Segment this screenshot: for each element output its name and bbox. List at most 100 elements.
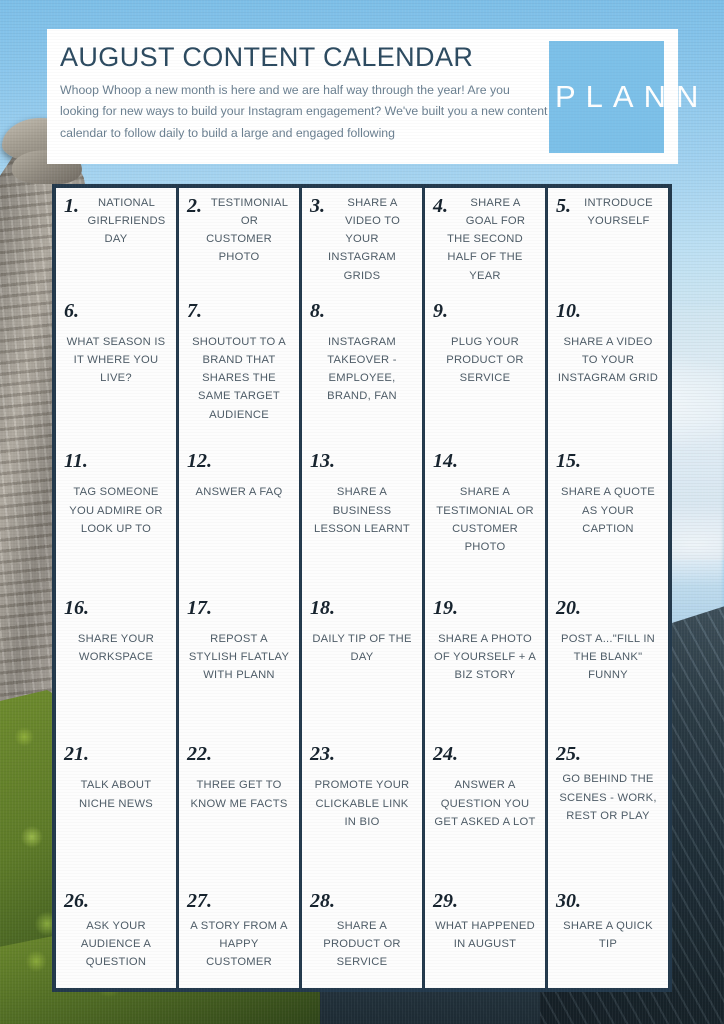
day-task-text: PLUG YOUR PRODUCT OR SERVICE: [446, 335, 524, 385]
calendar-day-cell[interactable]: 30. SHARE A QUICK TIP: [548, 885, 668, 988]
day-number: 26.: [64, 890, 89, 913]
day-number: 16.: [64, 596, 89, 619]
calendar-day-cell[interactable]: 3. SHARE A VIDEO TO YOUR INSTAGRAM GRIDS: [302, 188, 422, 295]
day-number: 1.: [64, 195, 79, 217]
calendar-column: 1. NATIONAL GIRLFRIENDS DAY 6. WHAT SEASON …: [56, 188, 179, 988]
plann-logo: PLANN: [549, 41, 698, 153]
calendar-day-cell[interactable]: 9. PLUG YOUR PRODUCT OR SERVICE: [425, 295, 545, 445]
calendar-day-cell[interactable]: 6. WHAT SEASON IS IT WHERE YOU LIVE?: [56, 295, 176, 445]
calendar-poster: AUGUST CONTENT CALENDAR Whoop Whoop a ne…: [0, 0, 724, 1024]
day-task-text: NATIONAL GIRLFRIENDS DAY: [87, 197, 166, 246]
day-task-text: SHARE A QUOTE AS YOUR CAPTION: [560, 486, 656, 535]
day-number: 19.: [433, 596, 458, 619]
day-number: 15.: [556, 450, 581, 473]
calendar-day-cell[interactable]: 7. SHOUTOUT TO A BRAND THAT SHARES THE SA…: [179, 295, 299, 445]
calendar-day-cell[interactable]: 19. SHARE A PHOTO OF YOURSELF + A BIZ STO…: [425, 592, 545, 739]
day-number: 30.: [556, 890, 581, 913]
day-task-text: POST A..."FILL IN THE BLANK" FUNNY: [560, 632, 656, 682]
calendar-day-cell[interactable]: 21. TALK ABOUT NICHE NEWS: [56, 738, 176, 885]
calendar-day-cell[interactable]: 14. SHARE A TESTIMONIAL OR CUSTOMER PHOTO: [425, 445, 545, 592]
calendar-day-cell[interactable]: 27. A STORY FROM A HAPPY CUSTOMER: [179, 885, 299, 988]
day-task-text: INTRODUCE YOURSELF: [584, 197, 653, 228]
day-number: 25.: [556, 743, 581, 766]
day-task-text: TESTIMONIAL OR CUSTOMER PHOTO: [206, 197, 289, 264]
calendar-day-cell[interactable]: 12. ANSWER A FAQ: [179, 445, 299, 592]
day-number: 6.: [64, 299, 79, 322]
calendar-day-cell[interactable]: 4. SHARE A GOAL FOR THE SECOND HALF OF TH…: [425, 188, 545, 295]
day-number: 11.: [64, 450, 88, 473]
day-task-text: SHARE A PHOTO OF YOURSELF + A BIZ STORY: [433, 632, 537, 682]
header-description: Whoop Whoop a new month is here and we a…: [60, 83, 548, 140]
day-number: 12.: [187, 450, 212, 473]
day-number: 28.: [310, 890, 335, 913]
calendar-day-cell[interactable]: 11. TAG SOMEONE YOU ADMIRE OR LOOK UP TO: [56, 445, 176, 592]
day-task-text: INSTAGRAM TAKEOVER - EMPLOYEE, BRAND, FA…: [327, 335, 397, 403]
calendar-column: 3. SHARE A VIDEO TO YOUR INSTAGRAM GRIDS 8…: [302, 188, 425, 988]
day-number: 3.: [310, 195, 325, 217]
day-number: 7.: [187, 299, 202, 322]
day-task-text: ANSWER A FAQ: [195, 486, 283, 499]
calendar-day-cell[interactable]: 20. POST A..."FILL IN THE BLANK" FUNNY: [548, 592, 668, 739]
day-task-text: ANSWER A QUESTION YOU GET ASKED A LOT: [434, 779, 536, 828]
day-number: 22.: [187, 743, 212, 766]
calendar-grid: 1. NATIONAL GIRLFRIENDS DAY 6. WHAT SEASON …: [52, 184, 672, 992]
calendar-column: 5. INTRODUCE YOURSELF 10. SHARE A VIDEO TO …: [548, 188, 668, 988]
calendar-day-cell[interactable]: 10. SHARE A VIDEO TO YOUR INSTAGRAM GRID: [548, 295, 668, 445]
day-number: 23.: [310, 743, 335, 766]
day-number: 29.: [433, 890, 458, 913]
day-task-text: SHARE A TESTIMONIAL OR CUSTOMER PHOTO: [436, 486, 534, 553]
day-task-text: WHAT SEASON IS IT WHERE YOU LIVE?: [66, 335, 166, 385]
day-task-text: SHARE A VIDEO TO YOUR INSTAGRAM GRID: [557, 335, 659, 385]
calendar-column: 2. TESTIMONIAL OR CUSTOMER PHOTO 7. SHOUTOU…: [179, 188, 302, 988]
day-number: 24.: [433, 743, 458, 766]
day-task-text: DAILY TIP OF THE DAY: [312, 632, 412, 664]
calendar-day-cell[interactable]: 24. ANSWER A QUESTION YOU GET ASKED A LOT: [425, 738, 545, 885]
day-task-text: ASK YOUR AUDIENCE A QUESTION: [80, 920, 152, 969]
day-task-text: SHARE A BUSINESS LESSON LEARNT: [314, 486, 410, 535]
calendar-day-cell[interactable]: 25. GO BEHIND THE SCENES - WORK, REST OR …: [548, 738, 668, 885]
calendar-column: 4. SHARE A GOAL FOR THE SECOND HALF OF TH…: [425, 188, 548, 988]
day-task-text: TALK ABOUT NICHE NEWS: [79, 779, 153, 810]
day-task-text: WHAT HAPPENED IN AUGUST: [435, 920, 535, 951]
calendar-day-cell[interactable]: 15. SHARE A QUOTE AS YOUR CAPTION: [548, 445, 668, 592]
calendar-day-cell[interactable]: 17. REPOST A STYLISH FLATLAY WITH PLANN: [179, 592, 299, 739]
day-number: 2.: [187, 195, 202, 217]
day-number: 21.: [64, 743, 89, 766]
day-task-text: SHARE A GOAL FOR THE SECOND HALF OF THE …: [447, 197, 526, 282]
day-task-text: GO BEHIND THE SCENES - WORK, REST OR PLA…: [559, 773, 657, 822]
day-task-text: REPOST A STYLISH FLATLAY WITH PLANN: [188, 632, 290, 682]
calendar-day-cell[interactable]: 22. THREE GET TO KNOW ME FACTS: [179, 738, 299, 885]
day-number: 14.: [433, 450, 458, 473]
day-number: 17.: [187, 596, 212, 619]
day-number: 27.: [187, 890, 212, 913]
day-number: 5.: [556, 195, 571, 217]
calendar-day-cell[interactable]: 26. ASK YOUR AUDIENCE A QUESTION: [56, 885, 176, 988]
day-task-text: SHARE A VIDEO TO YOUR INSTAGRAM GRIDS: [328, 197, 401, 282]
day-number: 20.: [556, 596, 581, 619]
day-task-text: PROMOTE YOUR CLICKABLE LINK IN BIO: [314, 779, 410, 828]
day-number: 18.: [310, 596, 335, 619]
day-task-text: A STORY FROM A HAPPY CUSTOMER: [190, 920, 288, 969]
day-task-text: THREE GET TO KNOW ME FACTS: [190, 779, 288, 810]
day-number: 8.: [310, 299, 325, 322]
calendar-day-cell[interactable]: 5. INTRODUCE YOURSELF: [548, 188, 668, 295]
plann-logo-text: PLANN: [555, 79, 709, 114]
calendar-day-cell[interactable]: 8. INSTAGRAM TAKEOVER - EMPLOYEE, BRAND, …: [302, 295, 422, 445]
calendar-day-cell[interactable]: 1. NATIONAL GIRLFRIENDS DAY: [56, 188, 176, 295]
calendar-day-cell[interactable]: 28. SHARE A PRODUCT OR SERVICE: [302, 885, 422, 988]
day-task-text: TAG SOMEONE YOU ADMIRE OR LOOK UP TO: [69, 486, 163, 535]
day-task-text: SHOUTOUT TO A BRAND THAT SHARES THE SAME…: [192, 335, 286, 421]
day-task-text: SHARE A QUICK TIP: [563, 920, 653, 951]
calendar-day-cell[interactable]: 23. PROMOTE YOUR CLICKABLE LINK IN BIO: [302, 738, 422, 885]
day-task-text: SHARE YOUR WORKSPACE: [77, 632, 155, 664]
day-number: 13.: [310, 450, 335, 473]
calendar-day-cell[interactable]: 13. SHARE A BUSINESS LESSON LEARNT: [302, 445, 422, 592]
calendar-day-cell[interactable]: 18. DAILY TIP OF THE DAY: [302, 592, 422, 739]
calendar-day-cell[interactable]: 29. WHAT HAPPENED IN AUGUST: [425, 885, 545, 988]
calendar-day-cell[interactable]: 2. TESTIMONIAL OR CUSTOMER PHOTO: [179, 188, 299, 295]
calendar-day-cell[interactable]: 16. SHARE YOUR WORKSPACE: [56, 592, 176, 739]
header-panel: AUGUST CONTENT CALENDAR Whoop Whoop a ne…: [47, 29, 698, 164]
day-number: 4.: [433, 195, 448, 217]
day-number: 9.: [433, 299, 448, 322]
day-task-text: SHARE A PRODUCT OR SERVICE: [323, 920, 401, 969]
